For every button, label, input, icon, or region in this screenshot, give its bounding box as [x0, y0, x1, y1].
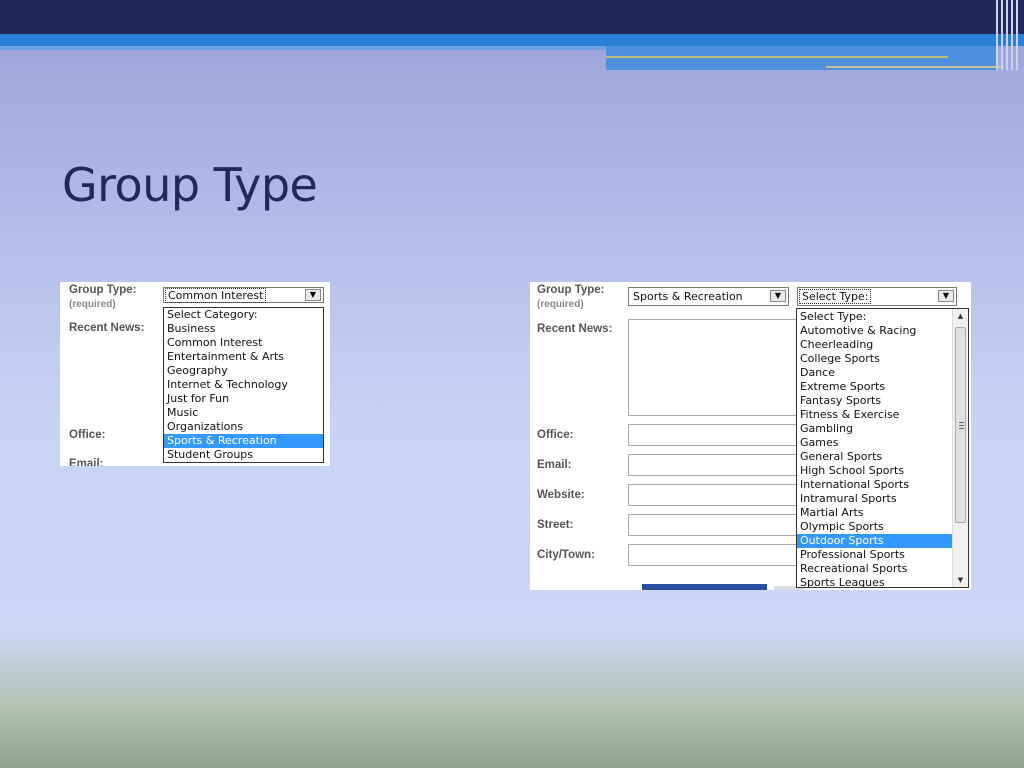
street-field[interactable] [628, 514, 808, 536]
office-label: Office: [69, 429, 106, 441]
chevron-down-icon[interactable]: ▼ [305, 289, 321, 301]
dropdown-option[interactable]: Recreational Sports [797, 562, 952, 576]
dropdown-option[interactable]: Sports Leagues [797, 576, 952, 587]
scroll-up-icon[interactable]: ▲ [953, 309, 968, 323]
group-category-select-value: Common Interest [164, 288, 267, 303]
group-category-select[interactable]: Common Interest ▼ [163, 287, 324, 303]
header-divider-line-short [826, 66, 1004, 68]
street-label: Street: [537, 519, 574, 531]
dropdown-option[interactable]: Fantasy Sports [797, 394, 952, 408]
dropdown-option[interactable]: Business [164, 322, 323, 336]
group-type-label: Group Type: [537, 284, 605, 296]
email-field[interactable] [628, 454, 808, 476]
group-category-select[interactable]: Sports & Recreation ▼ [628, 287, 789, 306]
group-type-option-list: Select Type: Automotive & Racing Cheerlead… [797, 310, 952, 587]
scroll-down-icon[interactable]: ▼ [953, 573, 968, 587]
dropdown-option[interactable]: Music [164, 406, 323, 420]
required-label: (required) [537, 299, 584, 310]
dropdown-option[interactable]: Martial Arts [797, 506, 952, 520]
website-label: Website: [537, 489, 585, 501]
dropdown-option[interactable]: Games [797, 436, 952, 450]
group-type-select-value: Select Type: [798, 289, 872, 304]
dropdown-option[interactable]: Internet & Technology [164, 378, 323, 392]
slide-title: Group Type [62, 158, 318, 212]
dropdown-option[interactable]: Organizations [164, 420, 323, 434]
chevron-down-icon[interactable]: ▼ [938, 290, 954, 302]
dropdown-option[interactable]: Common Interest [164, 336, 323, 350]
group-category-dropdown[interactable]: Select Category: Business Common Interest E… [163, 307, 324, 463]
header-stripes [994, 0, 1024, 70]
dropdown-option[interactable]: Cheerleading [797, 338, 952, 352]
header-accent-band [0, 34, 1024, 46]
dropdown-option[interactable]: Just for Fun [164, 392, 323, 406]
group-type-label: Group Type: [69, 284, 137, 296]
dropdown-option[interactable]: Professional Sports [797, 548, 952, 562]
dropdown-option[interactable]: Select Category: [164, 308, 323, 322]
dropdown-option[interactable]: General Sports [797, 450, 952, 464]
dropdown-scrollbar[interactable]: ▲ ▼ [952, 309, 968, 587]
dropdown-option[interactable]: International Sports [797, 478, 952, 492]
group-type-form-screenshot-left: Group Type: (required) Recent News: Offi… [60, 282, 330, 466]
group-type-form-screenshot-right: Group Type: (required) Recent News: Offi… [530, 282, 971, 590]
dropdown-option[interactable]: Outdoor Sports [797, 534, 952, 548]
recent-news-textarea[interactable] [628, 319, 808, 416]
dropdown-option[interactable]: Extreme Sports [797, 380, 952, 394]
city-town-label: City/Town: [537, 549, 595, 561]
dropdown-option[interactable]: College Sports [797, 352, 952, 366]
header-bar [0, 0, 1024, 34]
email-label: Email: [537, 459, 572, 471]
dropdown-option[interactable]: Intramural Sports [797, 492, 952, 506]
dropdown-option[interactable]: High School Sports [797, 464, 952, 478]
scrollbar-thumb[interactable] [955, 327, 966, 523]
required-label: (required) [69, 299, 116, 310]
dropdown-option[interactable]: Sports & Recreation [164, 434, 323, 448]
dropdown-option[interactable]: Automotive & Racing [797, 324, 952, 338]
office-field[interactable] [628, 424, 808, 446]
dropdown-option[interactable]: Fitness & Exercise [797, 408, 952, 422]
header-sub-band [0, 46, 606, 50]
grip-icon [959, 422, 964, 429]
office-label: Office: [537, 429, 574, 441]
dropdown-option[interactable]: Entertainment & Arts [164, 350, 323, 364]
submit-button[interactable] [642, 584, 767, 590]
dropdown-option[interactable]: Select Type: [797, 310, 952, 324]
email-label: Email: [69, 458, 104, 466]
header-divider-line [606, 56, 948, 58]
dropdown-option[interactable]: Geography [164, 364, 323, 378]
group-type-select[interactable]: Select Type: ▼ [797, 287, 957, 306]
chevron-down-icon[interactable]: ▼ [770, 290, 786, 302]
recent-news-label: Recent News: [537, 323, 613, 335]
group-category-select-value: Sports & Recreation [633, 290, 743, 303]
dropdown-option[interactable]: Student Groups [164, 448, 323, 462]
dropdown-option[interactable]: Gambling [797, 422, 952, 436]
website-field[interactable] [628, 484, 808, 506]
group-type-dropdown[interactable]: Select Type: Automotive & Racing Cheerlead… [796, 308, 969, 588]
dropdown-option[interactable]: Olympic Sports [797, 520, 952, 534]
dropdown-option[interactable]: Dance [797, 366, 952, 380]
recent-news-label: Recent News: [69, 322, 145, 334]
city-town-field[interactable] [628, 544, 808, 566]
